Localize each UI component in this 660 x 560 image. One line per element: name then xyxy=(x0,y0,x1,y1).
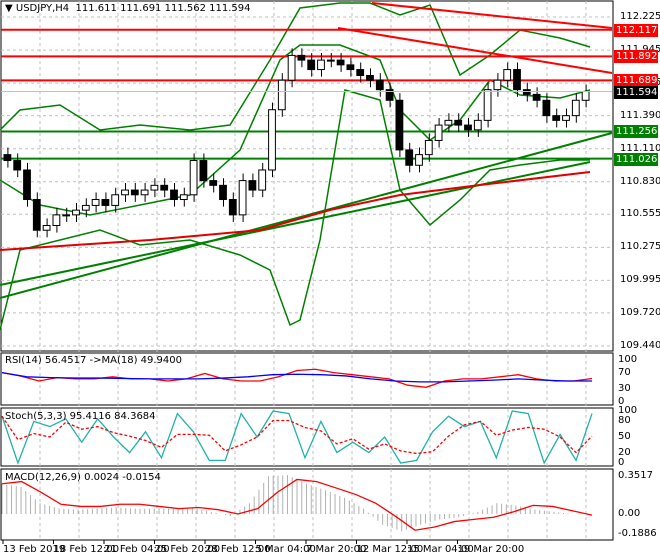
candle xyxy=(297,54,306,61)
candle xyxy=(23,169,31,201)
candle xyxy=(532,93,541,101)
candle xyxy=(415,154,423,166)
trendline-support-2 xyxy=(0,161,591,286)
candle xyxy=(405,149,414,166)
price-tag: 111.256 xyxy=(614,125,658,139)
moving-average xyxy=(0,171,591,251)
candle xyxy=(513,69,521,91)
candle xyxy=(395,99,404,151)
candle xyxy=(209,180,218,186)
candle xyxy=(140,189,149,196)
macd-label: MACD(12,26,9) 0.0024 -0.0154 xyxy=(5,472,161,483)
stoch-tick: 0 xyxy=(618,457,625,468)
candle xyxy=(562,115,570,121)
candle xyxy=(72,209,80,216)
candle xyxy=(160,184,169,191)
candle xyxy=(307,59,316,71)
candle xyxy=(258,169,267,191)
candle xyxy=(13,160,22,171)
candle xyxy=(248,180,257,191)
candle xyxy=(101,199,110,206)
candle xyxy=(62,214,71,217)
candle xyxy=(91,199,100,206)
macd-tick: 0.3517 xyxy=(618,470,653,481)
candle xyxy=(375,79,384,91)
rsi-tick: 30 xyxy=(618,383,631,395)
rsi-label: RSI(14) 56.4517 ->MA(18) 49.9400 xyxy=(5,355,182,366)
candle xyxy=(356,69,365,76)
candle xyxy=(121,189,129,196)
candle xyxy=(346,64,355,71)
candle xyxy=(287,54,296,81)
candle xyxy=(483,89,492,121)
stoch-tick: 80 xyxy=(618,415,631,427)
price-tick: 112.225 xyxy=(620,11,660,22)
candle xyxy=(111,194,120,206)
candle xyxy=(473,119,482,131)
rsi-tick: 70 xyxy=(618,366,631,378)
candle xyxy=(366,74,374,81)
price-tag: 111.892 xyxy=(614,50,658,64)
candle xyxy=(493,79,502,91)
candle xyxy=(179,194,188,201)
candle xyxy=(81,204,90,211)
candle xyxy=(130,189,139,196)
rsi-tick: 100 xyxy=(618,354,638,365)
price-tick: 109.440 xyxy=(620,340,660,351)
ohlc-values: 111.611 111.691 111.562 111.594 xyxy=(75,3,251,14)
candle xyxy=(32,199,41,231)
time-tick: 19 Mar 20:00 xyxy=(457,544,525,555)
candle xyxy=(454,119,463,126)
candle xyxy=(434,124,443,141)
candle xyxy=(542,99,551,117)
price-tick: 109.720 xyxy=(620,306,660,318)
candle xyxy=(552,115,561,121)
price-tick: 109.995 xyxy=(620,274,660,286)
price-tick: 110.830 xyxy=(620,175,660,187)
candle xyxy=(571,99,580,117)
candle xyxy=(581,91,590,101)
candle xyxy=(326,59,335,62)
candle xyxy=(228,199,237,216)
candle xyxy=(444,119,453,126)
candle xyxy=(189,160,198,196)
candle xyxy=(52,214,61,227)
candle xyxy=(268,109,276,171)
macd-tick: 0.00 xyxy=(618,508,641,519)
candle xyxy=(424,139,433,156)
candle xyxy=(170,189,178,201)
trendline-resistance xyxy=(371,2,613,29)
candle xyxy=(464,124,472,131)
symbol-label: USDJPY,H4 xyxy=(15,3,70,14)
price-tick: 111.390 xyxy=(620,109,660,121)
price-tag: 111.594 xyxy=(614,85,658,99)
price-tick: 110.555 xyxy=(620,208,660,220)
stoch-tick: 20 xyxy=(618,446,631,458)
candle xyxy=(219,184,227,201)
price-tag: 111.026 xyxy=(614,152,658,166)
price-tag: 112.117 xyxy=(614,23,658,37)
stoch-tick: 100 xyxy=(618,405,638,416)
macd-tick: -0.1886 xyxy=(618,528,657,540)
candle xyxy=(336,59,345,66)
candle xyxy=(42,225,51,231)
candle xyxy=(277,79,286,111)
candle xyxy=(238,180,247,216)
stoch-tick: 50 xyxy=(618,431,631,442)
candle xyxy=(150,184,159,191)
stoch-label: Stoch(5,3,3) 95.4116 84.3684 xyxy=(5,411,156,422)
candle xyxy=(199,160,208,182)
candle xyxy=(3,154,12,162)
symbol-header: ▼ USDJPY,H4 111.611 111.691 111.562 111.… xyxy=(5,3,250,14)
candle xyxy=(503,69,512,81)
dropdown-triangle-icon[interactable]: ▼ xyxy=(5,3,16,14)
rsi-ma-line xyxy=(1,371,592,383)
candle xyxy=(317,59,325,71)
price-tick: 110.275 xyxy=(620,241,660,253)
